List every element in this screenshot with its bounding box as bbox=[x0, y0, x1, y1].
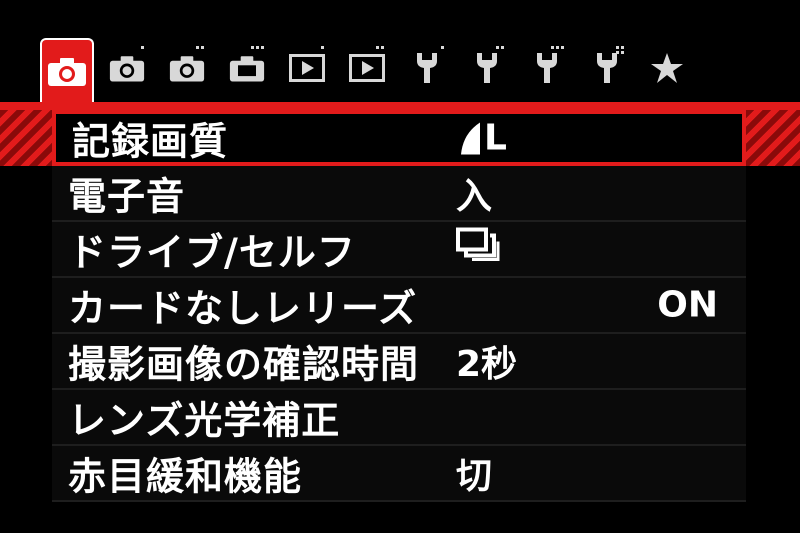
tab-underline bbox=[0, 102, 800, 110]
wrench-icon bbox=[597, 53, 617, 83]
tab-setup-1[interactable] bbox=[400, 38, 454, 98]
tab-shooting-3[interactable] bbox=[160, 38, 214, 98]
menu-item-label: カードなしレリーズ bbox=[68, 286, 418, 331]
menu-item-value bbox=[456, 227, 500, 271]
tab-page-dots bbox=[321, 46, 324, 49]
tab-setup-4[interactable] bbox=[580, 38, 634, 98]
tab-shooting-4[interactable] bbox=[220, 38, 274, 98]
menu-item-image-quality[interactable]: 記録画質 L bbox=[52, 110, 746, 166]
tab-playback-2[interactable] bbox=[340, 38, 394, 98]
wrench-icon bbox=[477, 53, 497, 83]
tab-setup-3[interactable] bbox=[520, 38, 574, 98]
menu-item-image-review-time[interactable]: 撮影画像の確認時間 2秒 bbox=[52, 334, 746, 390]
playback-icon bbox=[349, 54, 385, 82]
tab-page-dots bbox=[376, 46, 384, 49]
menu-item-red-eye-reduction[interactable]: 赤目緩和機能 切 bbox=[52, 446, 746, 502]
menu-item-value: 2秒 bbox=[456, 344, 518, 385]
menu-item-beep[interactable]: 電子音 入 bbox=[52, 166, 746, 222]
camera-menu-screen: 記録画質 L 電子音 入 ドライブ/セルフ カードなしレリーズ ON 撮影画像の… bbox=[0, 0, 800, 533]
menu-item-value: 切 bbox=[456, 456, 493, 497]
tab-page-dots bbox=[141, 46, 144, 49]
tab-page-dots bbox=[441, 46, 444, 49]
tab-page-dots bbox=[251, 46, 264, 49]
camera-icon bbox=[109, 56, 145, 82]
tab-page-dots bbox=[551, 46, 564, 49]
camera-icon bbox=[48, 58, 86, 86]
camera-icon bbox=[229, 56, 265, 82]
menu-tab-bar bbox=[0, 38, 800, 104]
menu-item-label: ドライブ/セルフ bbox=[68, 230, 356, 275]
menu-item-value: L bbox=[460, 118, 507, 159]
tab-shooting-2[interactable] bbox=[100, 38, 154, 98]
wrench-icon bbox=[417, 53, 437, 83]
menu-item-label: レンズ光学補正 bbox=[68, 398, 341, 443]
menu-list: 記録画質 L 電子音 入 ドライブ/セルフ カードなしレリーズ ON 撮影画像の… bbox=[52, 110, 746, 502]
selection-stripes-right bbox=[746, 110, 800, 166]
tab-playback-1[interactable] bbox=[280, 38, 334, 98]
tab-my-menu[interactable] bbox=[640, 38, 694, 98]
tab-setup-2[interactable] bbox=[460, 38, 514, 98]
selection-stripes-left bbox=[0, 110, 52, 166]
tab-page-dots bbox=[496, 46, 504, 49]
menu-item-drive-mode[interactable]: ドライブ/セルフ bbox=[52, 222, 746, 278]
image-quality-large-fine-icon bbox=[461, 122, 480, 154]
menu-item-lens-aberration-correction[interactable]: レンズ光学補正 bbox=[52, 390, 746, 446]
tab-page-dots bbox=[616, 46, 624, 54]
menu-item-label: 記録画質 bbox=[72, 119, 229, 164]
menu-item-label: 赤目緩和機能 bbox=[68, 454, 303, 499]
continuous-drive-icon bbox=[456, 227, 500, 261]
menu-item-value: ON bbox=[657, 284, 718, 326]
star-icon bbox=[651, 53, 683, 83]
menu-item-release-without-card[interactable]: カードなしレリーズ ON bbox=[52, 278, 746, 334]
tab-page-dots bbox=[196, 46, 204, 49]
menu-item-label: 撮影画像の確認時間 bbox=[68, 342, 420, 387]
menu-item-label: 電子音 bbox=[68, 174, 186, 219]
wrench-icon bbox=[537, 53, 557, 83]
playback-icon bbox=[289, 54, 325, 82]
menu-item-value: 入 bbox=[456, 176, 493, 217]
camera-icon bbox=[169, 56, 205, 82]
tab-shooting-1[interactable] bbox=[40, 38, 94, 102]
